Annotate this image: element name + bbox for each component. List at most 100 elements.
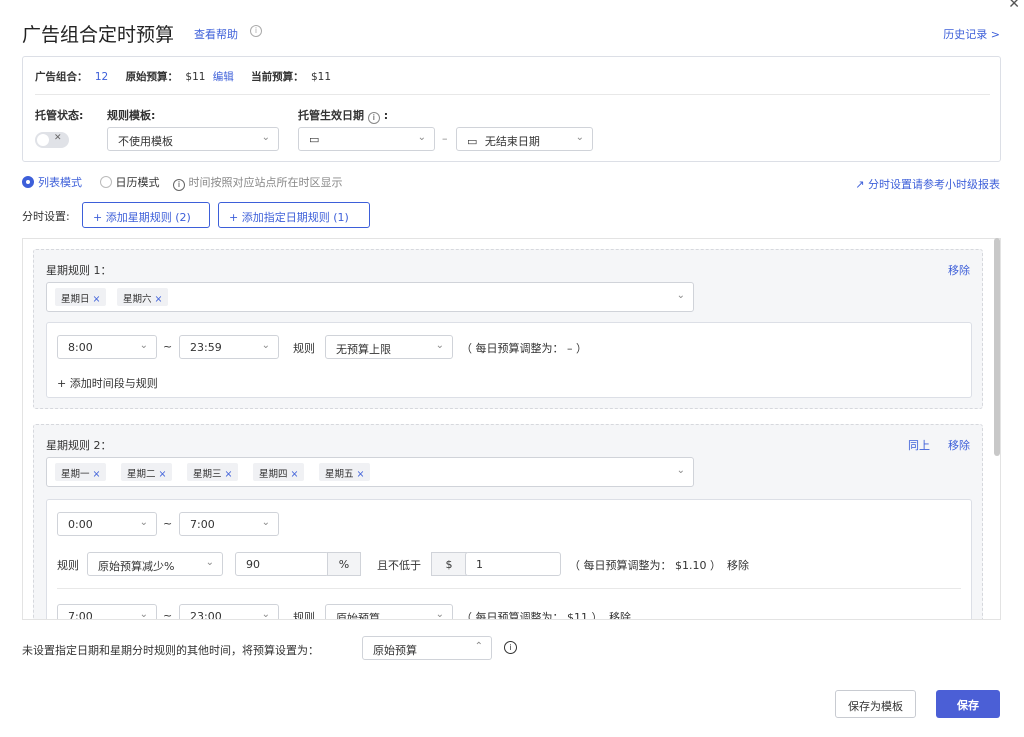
list-mode-radio[interactable]: 列表模式 [22,176,82,189]
history-link[interactable]: 历史记录 > [943,26,1000,42]
current-budget-value: $11 [310,71,332,83]
toggle-off-icon: ✕ [54,133,62,143]
group-summary: 广告组合： 12 原始预算： $11 编辑 当前预算： $11 [35,69,335,84]
percent-addon: % [327,552,361,576]
template-label: 规则模板: [107,109,156,122]
mode-row: 列表模式 日历模式 i 时间按照对应站点所在时区显示 [22,174,343,191]
time-slot-box: 8:00 ⌄ ~ 23:59 ⌄ 规则 无预算上限 ⌄ （ 每日预算调整为： – ） … [46,322,972,398]
weekday-tag: 星期日 × [55,288,107,306]
current-budget-label: 当前预算： [251,71,304,83]
add-date-rule-button[interactable]: + 添加指定日期规则 (1) [218,202,370,228]
chevron-down-icon: ⌄ [575,132,584,143]
weekday-tag: 星期六 × [117,288,169,306]
start-time-select[interactable]: 0:00 ⌄ [57,512,157,536]
time-slot-box: 0:00 ⌄ ~ 7:00 ⌄ 规则 原始预算减少% ⌄ 90 % 且不低于 $ 1 … [46,499,972,620]
calendar-icon: ▭ [309,133,320,146]
scrollbar[interactable] [994,238,1000,456]
rule-select[interactable]: 原始预算减少% ⌄ [87,552,223,576]
end-time-select[interactable]: 7:00 ⌄ [179,512,279,536]
weekday-tag: 星期二 × [121,463,173,481]
tilde: ~ [163,609,173,620]
remove-rule-link[interactable]: 移除 [948,437,970,453]
currency-addon: $ [431,552,467,576]
close-icon[interactable]: × [225,469,233,480]
end-time-select[interactable]: 23:00 ⌄ [179,604,279,620]
start-time-select[interactable]: 7:00 ⌄ [57,604,157,620]
start-time-select[interactable]: 8:00 ⌄ [57,335,157,359]
date-separator: – [442,132,448,145]
start-date-select[interactable]: ▭ ⌄ [298,127,435,151]
info-icon: i [173,179,185,191]
calendar-icon: ▭ [467,135,478,148]
close-icon[interactable]: × [357,469,365,480]
template-select[interactable]: 不使用模板 ⌄ [107,127,279,151]
min-budget-input[interactable]: 1 [465,552,561,576]
same-as-above-link[interactable]: 同上 [908,437,930,453]
chevron-down-icon: ⌄ [676,465,685,476]
save-as-template-button[interactable]: 保存为模板 [835,690,916,718]
save-button[interactable]: 保存 [936,690,1000,718]
weekday-select[interactable]: 星期日 × 星期六 × ⌄ [46,282,694,312]
chevron-down-icon: ⌄ [417,132,426,143]
calendar-mode-radio[interactable]: 日历模式 [99,176,160,189]
week-rule-card: 星期规则 2： 同上 移除 星期一 × 星期二 × 星期三 × 星期四 × 星期五 × ⌄… [33,424,983,620]
close-icon[interactable]: × [93,469,101,480]
chevron-down-icon: ⌄ [261,132,270,143]
info-icon: i [504,641,517,654]
toggle-knob [37,134,49,146]
chevron-down-icon: ⌄ [205,557,214,568]
effective-date-label: 托管生效日期 i : [298,109,389,124]
chevron-down-icon: ⌄ [435,609,444,620]
tilde: ~ [163,517,173,530]
percent-input[interactable]: 90 [235,552,329,576]
rule-label: 规则 [57,559,79,572]
help-link[interactable]: 查看帮助 [194,26,238,42]
chevron-down-icon: ⌄ [139,609,148,620]
end-time-select[interactable]: 23:59 ⌄ [179,335,279,359]
rule-title: 星期规则 1： [46,264,112,277]
end-date-select[interactable]: ▭ 无结束日期 ⌄ [456,127,593,151]
close-icon[interactable]: × [93,294,101,305]
weekday-select[interactable]: 星期一 × 星期二 × 星期三 × 星期四 × 星期五 × ⌄ [46,457,694,487]
close-icon[interactable]: × [159,469,167,480]
divider [35,94,990,95]
rules-panel[interactable]: 星期规则 1： 移除 星期日 × 星期六 × ⌄ 8:00 ⌄ ~ 23:59 ⌄ 规则… [22,238,1001,620]
chevron-down-icon: ⌄ [261,340,270,351]
remove-slot-link[interactable]: 移除 [609,609,631,619]
managed-label: 托管状态: [35,109,84,122]
trend-icon: ↗ [855,178,865,191]
hourly-report-link[interactable]: ↗ 分时设置请参考小时级报表 [855,176,1000,192]
remove-slot-link[interactable]: 移除 [727,557,749,573]
close-icon[interactable]: × [291,469,299,480]
group-value: 12 [94,71,109,83]
managed-toggle[interactable]: ✕ [35,132,69,148]
default-budget-select[interactable]: 原始预算 ⌃ [362,636,492,660]
end-date-value: 无结束日期 [484,135,540,148]
split-label: 分时设置: [22,210,70,223]
edit-budget-link[interactable]: 编辑 [213,71,234,83]
close-icon[interactable]: ✕ [1008,0,1020,12]
settings-panel: 广告组合： 12 原始预算： $11 编辑 当前预算： $11 托管状态: ✕ … [22,56,1001,162]
orig-budget-label: 原始预算： [125,71,179,83]
add-time-slot-link[interactable]: + 添加时间段与规则 [57,375,158,391]
info-icon: i [367,112,380,124]
chevron-down-icon: ⌄ [139,340,148,351]
rule-title: 星期规则 2： [46,439,112,452]
chevron-down-icon: ⌄ [435,340,444,351]
close-icon[interactable]: × [155,294,163,305]
rule-select[interactable]: 原始预算 ⌄ [325,604,453,620]
remove-rule-link[interactable]: 移除 [948,262,970,278]
rule-select[interactable]: 无预算上限 ⌄ [325,335,453,359]
chevron-up-icon: ⌃ [474,641,483,652]
chevron-down-icon: ⌄ [676,290,685,301]
weekday-tag: 星期五 × [319,463,371,481]
budget-note: （ 每日预算调整为： $1.10 ） [569,559,721,572]
group-label: 广告组合： [35,71,88,83]
add-week-rule-button[interactable]: + 添加星期规则 (2) [82,202,210,228]
rule-label: 规则 [293,611,315,620]
page-title: 广告组合定时预算 [22,24,175,46]
tilde: ~ [163,340,173,353]
chevron-down-icon: ⌄ [261,609,270,620]
rule-label: 规则 [293,342,315,355]
chevron-down-icon: ⌄ [139,517,148,528]
